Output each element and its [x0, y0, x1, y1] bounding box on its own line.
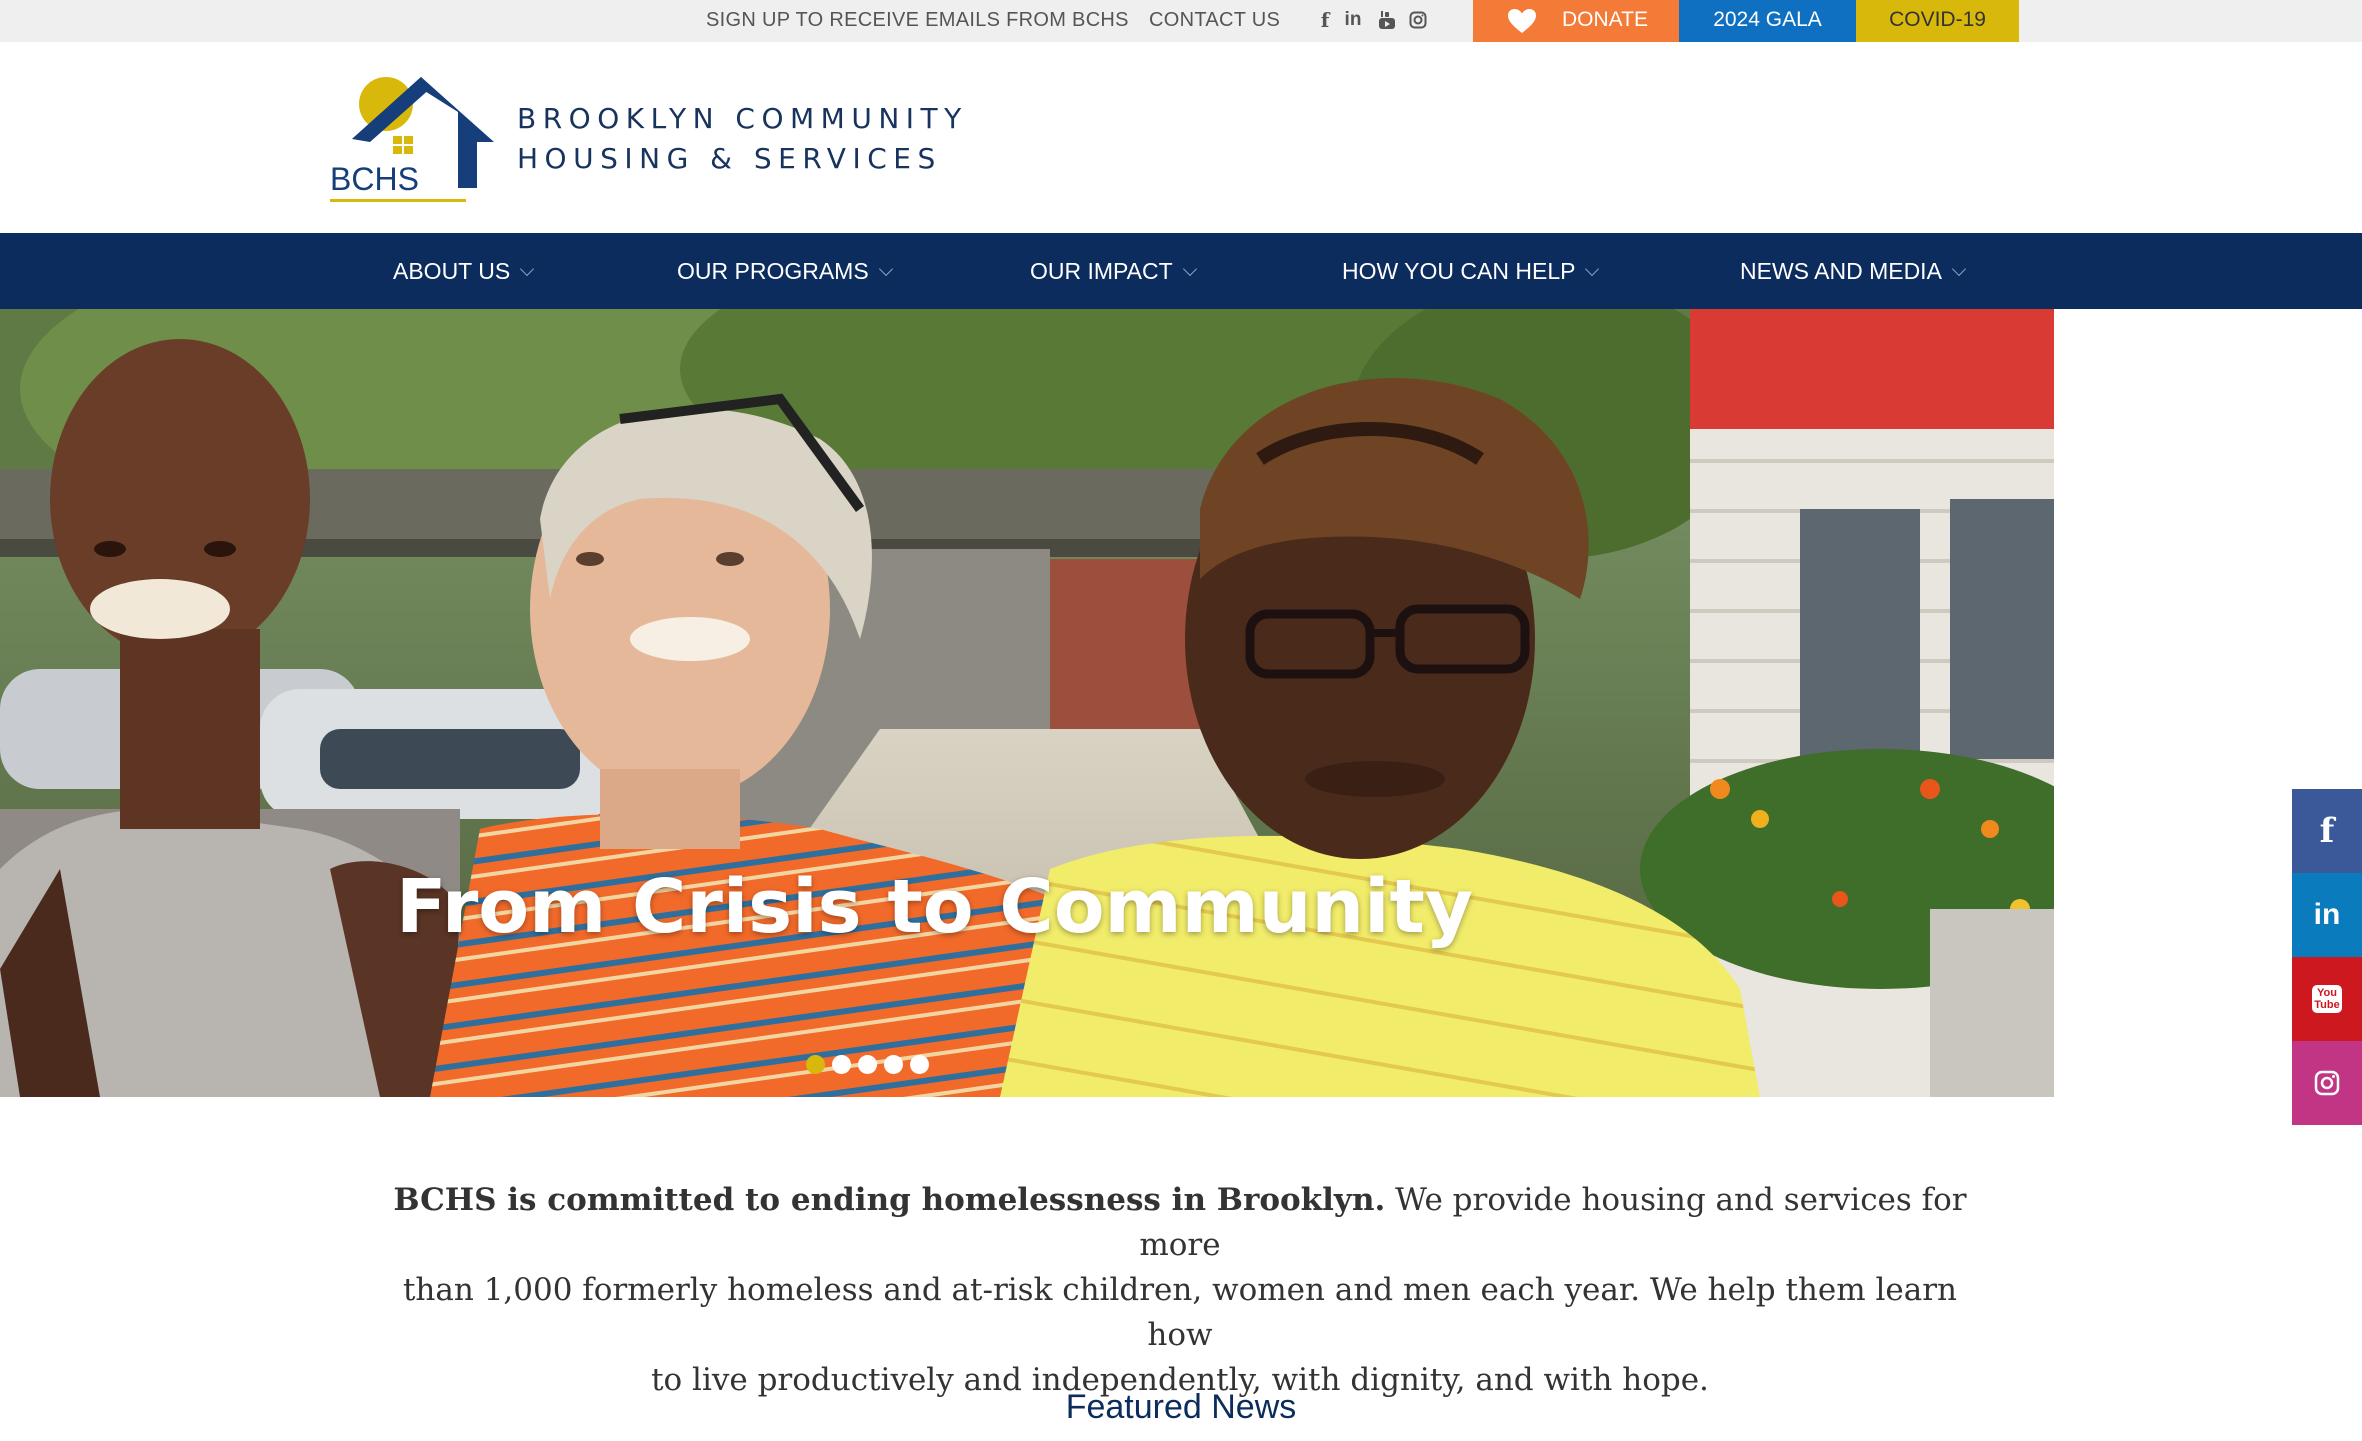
nav-item-our-programs[interactable]: OUR PROGRAMS: [677, 233, 893, 309]
youtube-icon: You Tube: [2312, 985, 2342, 1013]
chevron-down-icon: [1182, 261, 1197, 277]
side-linkedin-button[interactable]: in: [2292, 873, 2362, 957]
hero-slider[interactable]: From Crisis to Community: [0, 309, 2054, 1097]
logo-text: BCHS: [330, 161, 419, 197]
instagram-icon: [2314, 1070, 2340, 1096]
chevron-down-icon: [520, 261, 535, 277]
nav-item-news-and-media[interactable]: NEWS AND MEDIA: [1740, 233, 1966, 309]
org-name-line2: HOUSING & SERVICES: [517, 142, 942, 175]
heart-icon: [1508, 9, 1536, 33]
linkedin-icon: in: [2313, 898, 2341, 931]
youtube-icon[interactable]: [1376, 8, 1398, 32]
bchs-logo[interactable]: BCHS: [330, 70, 495, 206]
nav-label: HOW YOU CAN HELP: [1342, 258, 1576, 284]
contact-us-link[interactable]: CONTACT US: [1149, 0, 1280, 42]
nav-label: OUR PROGRAMS: [677, 258, 869, 284]
slider-dot-3[interactable]: [858, 1055, 877, 1074]
nav-item-how-you-can-help[interactable]: HOW YOU CAN HELP: [1342, 233, 1600, 309]
main-nav: ABOUT US OUR PROGRAMS OUR IMPACT HOW YOU…: [0, 233, 2362, 309]
side-facebook-button[interactable]: f: [2292, 789, 2362, 873]
donate-button[interactable]: DONATE: [1473, 0, 1679, 42]
slider-dot-5[interactable]: [910, 1055, 929, 1074]
top-bar: SIGN UP TO RECEIVE EMAILS FROM BCHS CONT…: [0, 0, 2362, 42]
nav-item-about-us[interactable]: ABOUT US: [393, 233, 535, 309]
slider-dot-4[interactable]: [884, 1055, 903, 1074]
covid-button[interactable]: COVID-19: [1856, 0, 2019, 42]
slider-pagination: [806, 1055, 929, 1075]
chevron-down-icon: [878, 261, 893, 277]
mission-line-1: BCHS is committed to ending homelessness…: [380, 1178, 1980, 1268]
mission-statement: BCHS is committed to ending homelessness…: [380, 1178, 1980, 1403]
side-instagram-button[interactable]: [2292, 1041, 2362, 1125]
chevron-down-icon: [1585, 261, 1600, 277]
featured-news-heading: Featured News: [1065, 1388, 1297, 1426]
chevron-down-icon: [1951, 261, 1966, 277]
org-name-line1: BROOKLYN COMMUNITY: [517, 102, 968, 135]
hero-caption: From Crisis to Community: [396, 864, 1474, 950]
instagram-icon[interactable]: [1407, 8, 1429, 32]
hero-photo: [0, 309, 2054, 1097]
nav-label: NEWS AND MEDIA: [1740, 258, 1942, 284]
linkedin-icon[interactable]: in: [1342, 8, 1364, 32]
slider-dot-1[interactable]: [806, 1055, 825, 1074]
nav-label: OUR IMPACT: [1030, 258, 1173, 284]
email-signup-link[interactable]: SIGN UP TO RECEIVE EMAILS FROM BCHS: [706, 0, 1129, 42]
side-youtube-button[interactable]: You Tube: [2292, 957, 2362, 1041]
donate-label: DONATE: [1562, 8, 1648, 31]
nav-item-our-impact[interactable]: OUR IMPACT: [1030, 233, 1197, 309]
mission-bold: BCHS is committed to ending homelessness…: [393, 1182, 1386, 1218]
facebook-icon[interactable]: f: [1314, 8, 1336, 32]
facebook-icon: f: [2319, 811, 2335, 851]
mission-line-2: than 1,000 formerly homeless and at-risk…: [402, 1272, 1958, 1353]
nav-label: ABOUT US: [393, 258, 511, 284]
slider-dot-2[interactable]: [832, 1055, 851, 1074]
gala-button[interactable]: 2024 GALA: [1679, 0, 1856, 42]
